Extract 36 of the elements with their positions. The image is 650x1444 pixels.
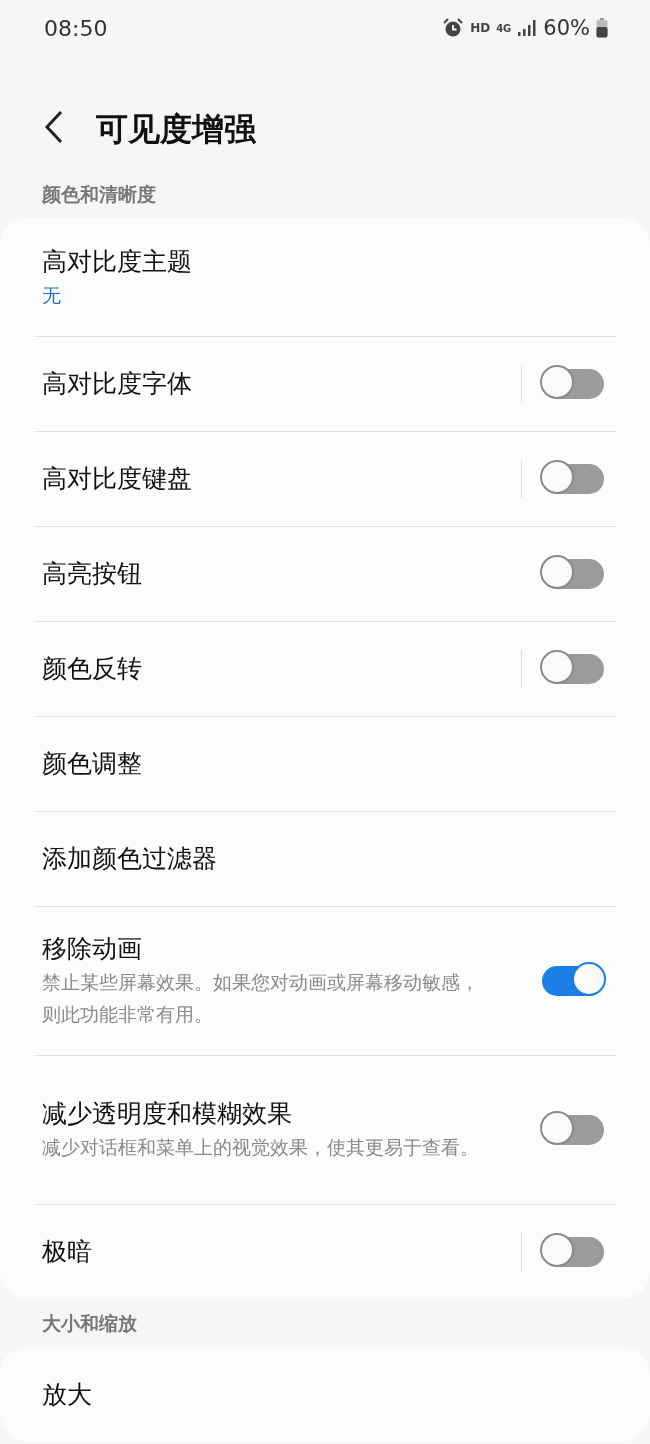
settings-row[interactable]: 移除动画 禁止某些屏幕效果。如果您对动画或屏幕移动敏感，则此功能非常有用。 xyxy=(34,906,616,1055)
battery-icon xyxy=(596,18,608,38)
data-label: 4G xyxy=(496,22,512,34)
section-header: 大小和缩放 xyxy=(41,1311,138,1335)
settings-row[interactable]: 减少透明度和模糊效果 减少对话框和菜单上的视觉效果，使其更易于查看。 xyxy=(34,1055,616,1204)
setting-value: 无 xyxy=(42,283,62,308)
settings-row[interactable]: 添加颜色过滤器 xyxy=(34,811,616,906)
settings-row[interactable]: 颜色反转 xyxy=(34,621,616,716)
settings-row[interactable]: 高对比度字体 xyxy=(34,336,616,431)
back-icon[interactable] xyxy=(44,110,64,144)
setting-label: 颜色调整 xyxy=(42,748,143,780)
settings-row[interactable]: 高亮按钮 xyxy=(34,526,616,621)
setting-label: 高对比度字体 xyxy=(42,368,193,400)
setting-label: 高亮按钮 xyxy=(42,558,143,590)
setting-label: 移除动画 xyxy=(42,933,143,965)
settings-row[interactable]: 颜色调整 xyxy=(34,716,616,811)
setting-label: 高对比度主题 xyxy=(42,246,193,278)
status-time: 08:50 xyxy=(44,15,108,41)
settings-row[interactable]: 高对比度主题 无 xyxy=(34,218,616,336)
setting-label: 减少透明度和模糊效果 xyxy=(42,1098,293,1130)
setting-label: 极暗 xyxy=(42,1236,93,1268)
setting-label: 放大 xyxy=(42,1378,93,1411)
settings-row[interactable]: 高对比度键盘 xyxy=(34,431,616,526)
setting-label: 颜色反转 xyxy=(42,653,143,685)
page-title: 可见度增强 xyxy=(96,109,256,150)
settings-row[interactable]: 极暗 xyxy=(34,1204,616,1299)
setting-description: 减少对话框和菜单上的视觉效果，使其更易于查看。 xyxy=(42,1135,480,1160)
battery-percent: 60% xyxy=(543,16,590,40)
setting-label: 添加颜色过滤器 xyxy=(42,843,218,875)
signal-icon xyxy=(517,19,538,37)
settings-row[interactable]: 放大 xyxy=(34,1347,616,1442)
section-header: 颜色和清晰度 xyxy=(41,182,157,206)
setting-label: 高对比度键盘 xyxy=(42,463,193,495)
alarm-icon xyxy=(442,17,465,39)
setting-description: 禁止某些屏幕效果。如果您对动画或屏幕移动敏感，则此功能非常有用。 xyxy=(42,970,480,1027)
network-label: HD xyxy=(470,21,491,35)
